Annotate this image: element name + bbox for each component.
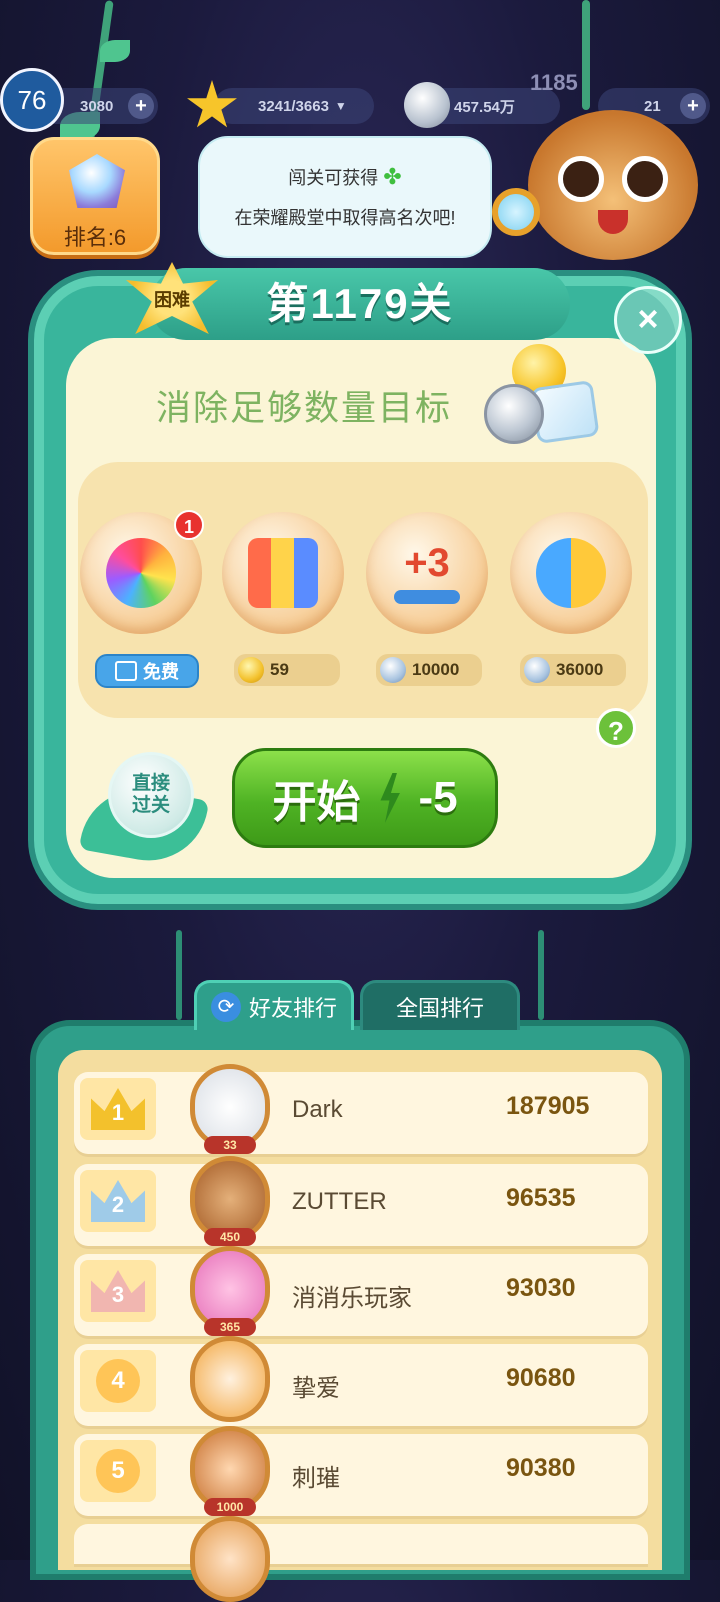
firework-booster[interactable]: [222, 512, 344, 634]
player-level-badge[interactable]: 76: [0, 68, 64, 132]
bubble-line-2: 在荣耀殿堂中取得高名次吧!: [234, 208, 456, 228]
leaderboard-row[interactable]: 4 挚爱 90680: [74, 1336, 648, 1426]
avatar-level-tag: 450: [204, 1228, 256, 1246]
player-name: ZUTTER: [292, 1188, 387, 1215]
rank-tile: 5: [80, 1440, 156, 1502]
difficulty-label: 困难: [154, 290, 190, 310]
avatar-level-tag: 1000: [204, 1498, 256, 1516]
rank-badge[interactable]: 排名:6: [30, 137, 160, 255]
vine-right: [582, 0, 590, 110]
plus-three-price-value: 10000: [412, 660, 460, 679]
avatar: [190, 1516, 270, 1602]
silver-coin-icon: [404, 82, 450, 128]
chevron-down-icon[interactable]: ▼: [335, 99, 347, 113]
rank-number: 5: [96, 1449, 140, 1493]
rank-tile: 4: [80, 1350, 156, 1412]
avatar-level-tag: 365: [204, 1318, 256, 1336]
animal-swap-booster[interactable]: [510, 512, 632, 634]
firework-price-value: 59: [270, 660, 289, 679]
plus-three-price[interactable]: 10000: [376, 654, 482, 686]
player-score: 187905: [506, 1092, 590, 1120]
board-vine: [538, 930, 544, 1020]
tab-national-label: 全国排行: [395, 995, 484, 1021]
magnifier-icon: [492, 188, 540, 236]
leaderboard-row[interactable]: [74, 1516, 648, 1602]
player-name: 刺璀: [292, 1465, 340, 1492]
stars-pill: 3241/3663 ▼: [214, 88, 374, 124]
silver-coin-icon: [524, 657, 550, 683]
avatar-level-tag: 33: [204, 1136, 256, 1154]
energy-cost: -5: [418, 773, 458, 822]
silver-crown-icon: 2: [91, 1180, 145, 1222]
reward-hint-bubble: 闯关可获得 ✤ 在荣耀殿堂中取得高名次吧!: [198, 136, 492, 258]
mascot-eye: [622, 156, 668, 202]
firework-icon: [248, 538, 318, 608]
help-button[interactable]: ?: [596, 708, 636, 748]
gold-coin-icon: [238, 657, 264, 683]
animal-swap-price-value: 36000: [556, 660, 604, 679]
rank-tile: 1: [80, 1078, 156, 1140]
mascot-eye: [558, 156, 604, 202]
free-video-button[interactable]: 免费: [95, 654, 199, 688]
leaderboard-row[interactable]: 3 365 消消乐玩家 93030: [74, 1246, 648, 1336]
booster-count-badge: 1: [174, 510, 204, 540]
animal-pair-icon: [536, 538, 606, 608]
leaderboard-row[interactable]: 1 33 Dark 187905: [74, 1064, 648, 1154]
swap-arrows-icon: [394, 590, 460, 604]
tab-friends-label: 好友排行: [248, 995, 337, 1021]
silver-coin-icon: [380, 657, 406, 683]
add-gems-button[interactable]: +: [680, 93, 706, 119]
gold-crown-icon: 1: [91, 1088, 145, 1130]
gems-value: 21: [644, 97, 661, 115]
rank-label: 排名:6: [63, 225, 127, 250]
leaderboard-row[interactable]: 5 1000 刺璀 90380: [74, 1426, 648, 1516]
clover-icon: ✤: [383, 164, 402, 189]
stars-value: 3241/3663: [258, 97, 329, 115]
rank-tile: 2: [80, 1170, 156, 1232]
leaderboard-row[interactable]: 2 450 ZUTTER 96535: [74, 1156, 648, 1246]
goal-targets: [484, 344, 604, 454]
player-score: 90380: [506, 1454, 576, 1482]
player-score: 90680: [506, 1364, 576, 1392]
coins-value: 457.54万: [454, 98, 515, 116]
animal-swap-price[interactable]: 36000: [520, 654, 626, 686]
video-icon: [115, 661, 137, 681]
firework-price[interactable]: 59: [234, 654, 340, 686]
player-name: 挚爱: [292, 1375, 340, 1402]
rank-tile: 3: [80, 1260, 156, 1322]
bg-number: 1185: [530, 70, 578, 95]
raccoon-mascot: [528, 110, 698, 260]
energy-bolt-icon: [380, 773, 400, 823]
player-name: Dark: [292, 1096, 343, 1123]
vine-leaf: [100, 40, 130, 62]
free-label: 免费: [143, 662, 179, 682]
rank-number: 4: [96, 1359, 140, 1403]
skip-level-button[interactable]: 直接过关: [108, 752, 194, 838]
diamond-crest-icon: [69, 154, 125, 208]
skip-level-label: 直接过关: [131, 773, 170, 816]
board-vine: [176, 930, 182, 1020]
plus-three-moves-booster[interactable]: +3: [366, 512, 488, 634]
add-gold-button[interactable]: +: [128, 93, 154, 119]
player-name: 消消乐玩家: [292, 1285, 412, 1312]
tab-friends-ranking[interactable]: ⟳ 好友排行: [194, 980, 354, 1030]
start-button[interactable]: 开始 -5: [232, 748, 498, 848]
rainbow-owl-icon: [106, 538, 176, 608]
tab-national-ranking[interactable]: 全国排行: [360, 980, 520, 1030]
gold-value: 3080: [80, 97, 114, 115]
coin-target-icon: [484, 384, 544, 444]
level-goal: 消除足够数量目标: [156, 389, 453, 428]
bubble-line-1: 闯关可获得 ✤: [288, 164, 402, 189]
player-score: 96535: [506, 1184, 576, 1212]
start-label: 开始: [272, 778, 361, 827]
close-button[interactable]: ×: [614, 286, 682, 354]
player-score: 93030: [506, 1274, 576, 1302]
bronze-crown-icon: 3: [91, 1270, 145, 1312]
avatar: [190, 1336, 270, 1422]
mascot-mouth: [598, 210, 628, 234]
refresh-icon: ⟳: [210, 991, 241, 1022]
